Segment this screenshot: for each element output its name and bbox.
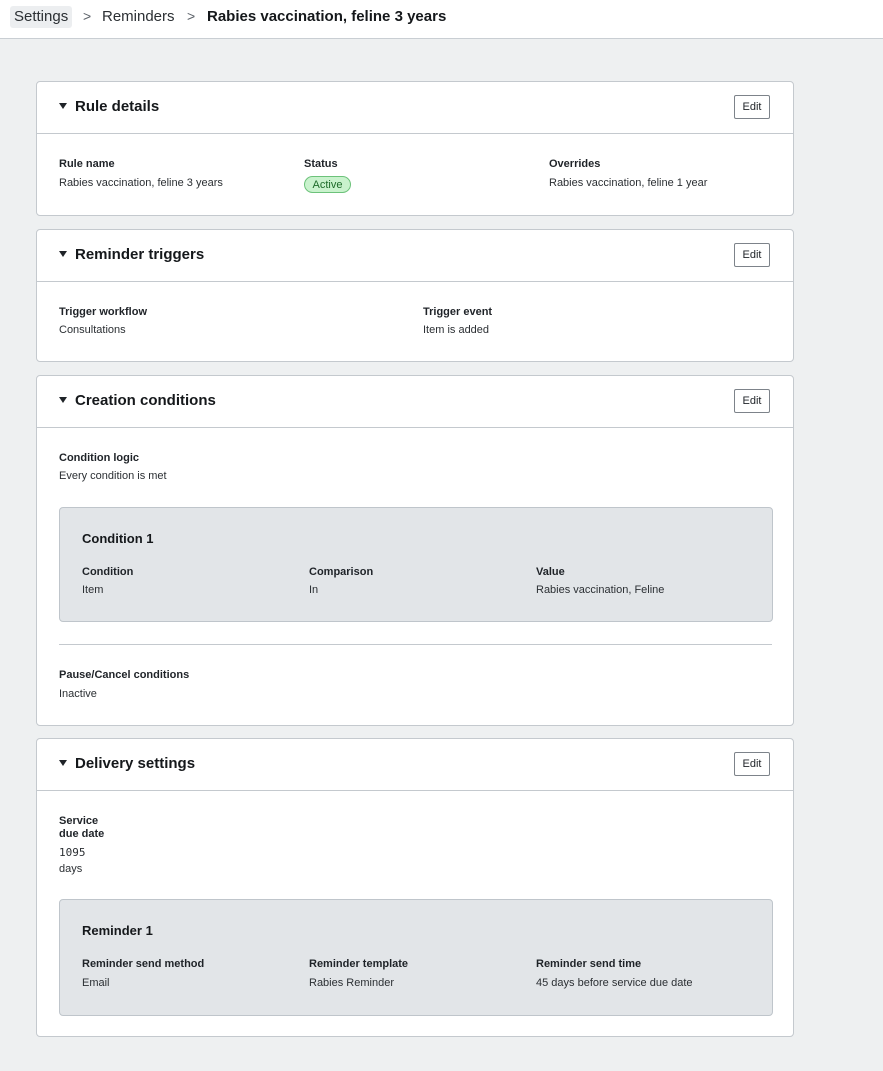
comparison-value: In (309, 584, 319, 596)
trigger-event-value: Item is added (423, 324, 490, 336)
breadcrumb: Settings > Reminders > Rabies vaccinatio… (0, 0, 883, 39)
trigger-workflow-value: Consultations (59, 324, 126, 336)
rule-name-value: Rabies vaccination, feline 3 years (59, 177, 223, 189)
section-title: Creation conditions (75, 392, 216, 409)
condition-value: Item (82, 584, 104, 596)
condition-label: Condition (82, 566, 134, 578)
reminder-panel: Reminder 1 Reminder send method Email Re… (59, 899, 773, 1016)
status-badge: Active (304, 176, 351, 193)
reminder-template-value: Rabies Reminder (309, 977, 394, 989)
breadcrumb-item-reminders[interactable]: Reminders (102, 8, 175, 26)
section-title: Delivery settings (75, 755, 196, 772)
rule-name-label: Rule name (59, 158, 115, 170)
caret-down-icon[interactable] (59, 760, 67, 766)
page-title: Rabies vaccination, feline 3 years (207, 8, 447, 25)
service-due-date-label-line2: due date (59, 828, 105, 840)
edit-reminder-triggers-button[interactable]: Edit (734, 243, 770, 267)
edit-delivery-settings-button[interactable]: Edit (734, 752, 770, 776)
edit-rule-details-button[interactable]: Edit (734, 95, 770, 119)
rule-details-card: Rule details Edit Rule name Rabies vacci… (36, 81, 794, 216)
caret-down-icon[interactable] (59, 103, 67, 109)
condition-panel: Condition 1 Condition Item Comparison In… (59, 507, 773, 622)
chevron-right-icon: > (187, 8, 196, 24)
trigger-event-label: Trigger event (423, 306, 493, 318)
value-value: Rabies vaccination, Feline (536, 584, 665, 596)
creation-conditions-header[interactable]: Creation conditions Edit (37, 376, 793, 428)
send-time-label: Reminder send time (536, 958, 642, 970)
condition-logic-label: Condition logic (59, 452, 140, 464)
reminder-template-label: Reminder template (309, 958, 409, 970)
status-label: Status (304, 158, 338, 170)
value-label: Value (536, 566, 565, 578)
overrides-value: Rabies vaccination, feline 1 year (549, 177, 708, 189)
creation-conditions-card: Creation conditions Edit Condition logic… (36, 375, 794, 726)
send-time-value: 45 days before service due date (536, 977, 693, 989)
edit-creation-conditions-button[interactable]: Edit (734, 389, 770, 413)
condition-logic-value: Every condition is met (59, 470, 167, 482)
caret-down-icon[interactable] (59, 397, 67, 403)
send-method-value: Email (82, 977, 110, 989)
pause-cancel-label: Pause/Cancel conditions (59, 669, 190, 681)
delivery-settings-header[interactable]: Delivery settings Edit (37, 739, 793, 791)
service-due-date-value: 1095 (59, 846, 86, 859)
delivery-settings-card: Delivery settings Edit Service due date … (36, 738, 794, 1037)
divider (59, 644, 772, 645)
trigger-workflow-label: Trigger workflow (59, 306, 148, 318)
chevron-right-icon: > (83, 8, 92, 24)
service-due-date-label-line1: Service (59, 815, 99, 827)
breadcrumb-item-settings[interactable]: Settings (10, 6, 73, 28)
comparison-label: Comparison (309, 566, 374, 578)
reminder-triggers-card: Reminder triggers Edit Trigger workflow … (36, 229, 794, 362)
caret-down-icon[interactable] (59, 251, 67, 257)
send-method-label: Reminder send method (82, 958, 205, 970)
reminder-triggers-header[interactable]: Reminder triggers Edit (37, 230, 793, 282)
section-title: Rule details (75, 98, 160, 115)
service-due-date-unit: days (59, 863, 83, 875)
pause-cancel-value: Inactive (59, 688, 97, 700)
overrides-label: Overrides (549, 158, 601, 170)
section-title: Reminder triggers (75, 246, 205, 263)
rule-details-header[interactable]: Rule details Edit (37, 82, 793, 134)
reminder-title: Reminder 1 (82, 923, 153, 938)
condition-title: Condition 1 (82, 531, 154, 546)
